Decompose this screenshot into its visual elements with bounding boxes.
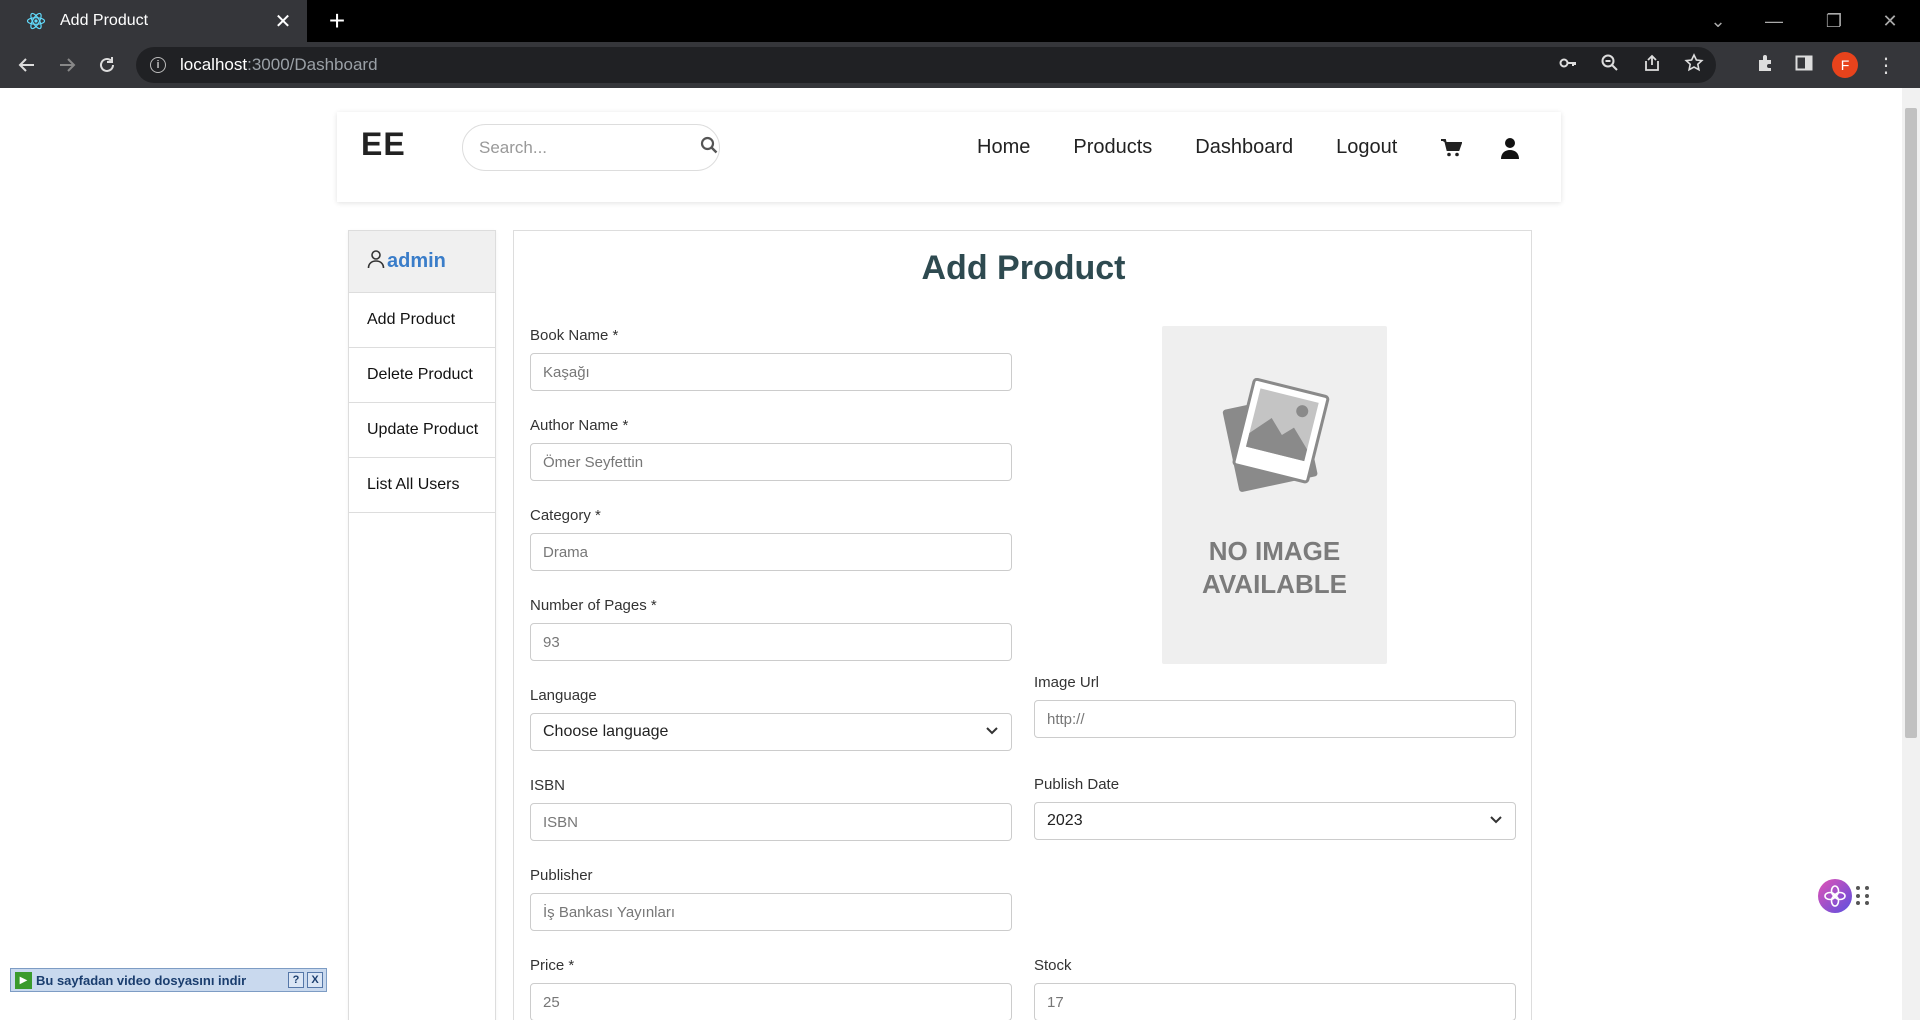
publish-date-selected-value: 2023 <box>1047 812 1083 829</box>
category-field[interactable] <box>530 533 1012 571</box>
book-name-field[interactable] <box>530 353 1012 391</box>
publish-date-select[interactable]: 2023 <box>1034 802 1516 840</box>
url-host: localhost <box>180 55 248 74</box>
sidebar-item-update-product[interactable]: Update Product <box>349 403 495 458</box>
author-name-group: Author Name * <box>530 417 1012 481</box>
isbn-group: ISBN <box>530 777 1012 841</box>
search-box <box>462 124 720 171</box>
bookmark-star-icon[interactable] <box>1684 52 1704 78</box>
browser-tab-strip: Add Product ✕ + ⌄ — ❐ ✕ <box>0 0 1920 42</box>
sidebar-item-delete-product[interactable]: Delete Product <box>349 348 495 403</box>
search-icon[interactable] <box>700 136 718 159</box>
close-window-icon[interactable]: ✕ <box>1862 0 1918 42</box>
sidebar-item-add-product[interactable]: Add Product <box>349 293 495 348</box>
tab-title: Add Product <box>60 12 149 29</box>
nav-products[interactable]: Products <box>1073 136 1152 159</box>
extensions-icon[interactable] <box>1756 53 1776 78</box>
sidebar-item-list-users[interactable]: List All Users <box>349 458 495 513</box>
chevron-down-icon <box>985 723 999 741</box>
browser-tab[interactable]: Add Product ✕ <box>0 0 307 42</box>
price-group: Price * <box>530 957 1012 1020</box>
tab-search-icon[interactable]: ⌄ <box>1690 0 1746 42</box>
nav-dashboard[interactable]: Dashboard <box>1195 136 1293 159</box>
nav-logout[interactable]: Logout <box>1336 136 1397 159</box>
page-viewport: EE Home Products Dashboard Logout admin … <box>0 88 1920 1020</box>
browser-menu-icon[interactable]: ⋮ <box>1876 53 1896 78</box>
image-url-label: Image Url <box>1034 674 1100 691</box>
share-icon[interactable] <box>1642 53 1662 78</box>
add-product-panel: Add Product Book Name * Author Name * Ca… <box>513 230 1532 1020</box>
stock-group: Stock <box>1034 957 1516 1020</box>
pages-field[interactable] <box>530 623 1012 661</box>
restore-icon[interactable]: ❐ <box>1806 0 1862 42</box>
scrollbar-thumb[interactable] <box>1905 108 1917 738</box>
book-name-group: Book Name * <box>530 327 1012 391</box>
no-image-text: NO IMAGE AVAILABLE <box>1202 536 1347 599</box>
user-outline-icon <box>367 249 385 274</box>
video-download-link[interactable]: Bu sayfadan video dosyasını indir <box>36 973 288 988</box>
image-url-group: Image Url <box>1034 674 1516 738</box>
publisher-field[interactable] <box>530 893 1012 931</box>
zoom-icon[interactable] <box>1600 53 1620 78</box>
side-panel-icon[interactable] <box>1794 53 1814 78</box>
url-path: :3000/Dashboard <box>247 55 378 74</box>
tab-close-icon[interactable]: ✕ <box>271 9 295 34</box>
play-icon[interactable]: ▶ <box>15 971 32 989</box>
close-extension-button[interactable]: X <box>307 972 323 988</box>
author-name-label: Author Name * <box>530 417 629 434</box>
language-selected-value: Choose language <box>543 723 669 740</box>
drag-handle-icon[interactable] <box>1856 886 1870 906</box>
help-button[interactable]: ? <box>288 972 304 988</box>
language-select[interactable]: Choose language <box>530 713 1012 751</box>
profile-avatar[interactable]: F <box>1832 52 1858 78</box>
category-label: Category * <box>530 507 601 524</box>
price-label: Price * <box>530 957 575 974</box>
sidebar-user-header: admin <box>349 231 495 293</box>
site-navbar: EE Home Products Dashboard Logout <box>337 112 1561 202</box>
author-name-field[interactable] <box>530 443 1012 481</box>
publisher-label: Publisher <box>530 867 593 884</box>
price-field[interactable] <box>530 983 1012 1020</box>
forward-icon[interactable] <box>52 50 82 80</box>
chevron-down-icon <box>1489 812 1503 830</box>
video-download-extension-bar: ▶ Bu sayfadan video dosyasını indir ? X <box>10 968 327 992</box>
pages-label: Number of Pages * <box>530 597 657 614</box>
sidebar-username[interactable]: admin <box>387 250 446 273</box>
new-tab-icon[interactable]: + <box>322 6 352 36</box>
category-group: Category * <box>530 507 1012 571</box>
search-input[interactable] <box>479 137 700 158</box>
user-account-icon[interactable] <box>1500 137 1520 159</box>
brand-logo[interactable]: EE <box>361 126 406 163</box>
key-icon[interactable] <box>1558 53 1578 78</box>
no-image-photo-icon <box>1216 377 1334 511</box>
reload-icon[interactable] <box>92 50 122 80</box>
admin-sidebar: admin Add Product Delete Product Update … <box>348 230 496 1020</box>
isbn-field[interactable] <box>530 803 1012 841</box>
react-favicon-icon <box>26 11 46 31</box>
cart-icon[interactable] <box>1440 138 1463 158</box>
isbn-label: ISBN <box>530 777 566 794</box>
page-scrollbar[interactable] <box>1902 88 1920 1020</box>
site-info-icon[interactable]: i <box>150 57 166 73</box>
back-icon[interactable] <box>12 50 42 80</box>
publish-date-label: Publish Date <box>1034 776 1120 793</box>
assistant-flower-icon[interactable] <box>1818 879 1852 913</box>
page-title: Add Product <box>921 249 1126 287</box>
nav-home[interactable]: Home <box>977 136 1030 159</box>
minimize-icon[interactable]: — <box>1746 0 1802 42</box>
stock-field[interactable] <box>1034 983 1516 1020</box>
publish-date-group: Publish Date 2023 <box>1034 776 1516 840</box>
book-name-label: Book Name * <box>530 327 619 344</box>
pages-group: Number of Pages * <box>530 597 1012 661</box>
url-field[interactable]: i localhost:3000/Dashboard <box>136 47 1716 83</box>
address-bar: i localhost:3000/Dashboard F ⋮ <box>0 42 1920 88</box>
language-group: Language Choose language <box>530 687 1012 751</box>
language-label: Language <box>530 687 597 704</box>
image-url-field[interactable] <box>1034 700 1516 738</box>
publisher-group: Publisher <box>530 867 1012 931</box>
product-image-preview: NO IMAGE AVAILABLE <box>1162 326 1387 664</box>
stock-label: Stock <box>1034 957 1072 974</box>
